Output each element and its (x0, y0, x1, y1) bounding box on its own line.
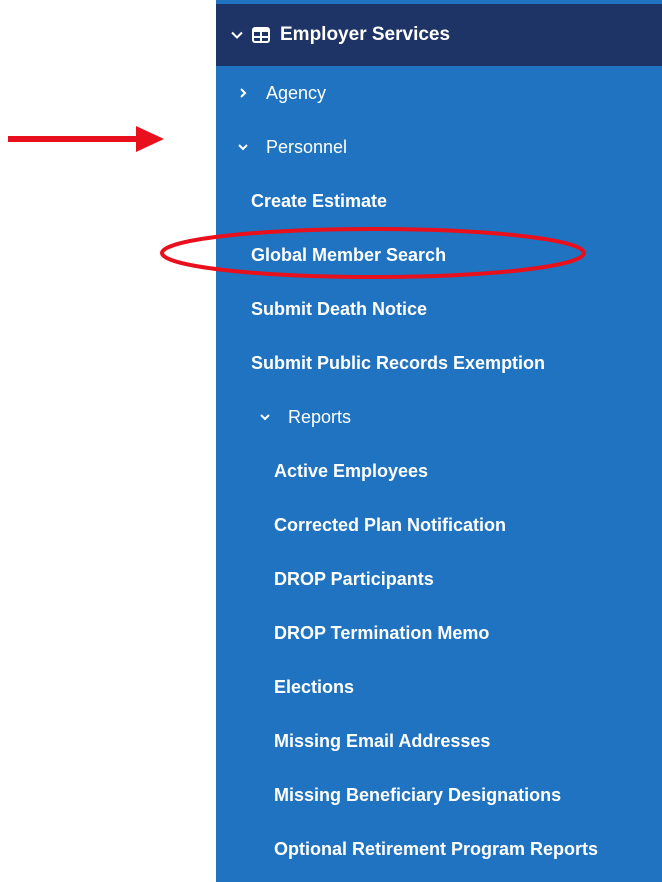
table-icon (252, 27, 270, 43)
report-item-corrected-plan-notification[interactable]: Corrected Plan Notification (216, 498, 662, 552)
report-item-missing-beneficiary-designations[interactable]: Missing Beneficiary Designations (216, 768, 662, 822)
menu-item-label: Reports (288, 406, 352, 427)
report-item-label: DROP Termination Memo (274, 622, 490, 643)
menu-item-label: Submit Public Records Exemption (251, 352, 546, 373)
report-item-label: Elections (274, 676, 355, 697)
chevron-down-icon (232, 136, 254, 158)
chevron-right-icon (232, 82, 254, 104)
menu-item-label: Submit Death Notice (251, 298, 428, 319)
report-item-label: Missing Email Addresses (274, 730, 491, 751)
report-item-label: Active Employees (274, 460, 429, 481)
sidebar-menu: Employer Services Agency Personnel Creat… (216, 0, 662, 882)
report-item-label: Optional Retirement Program Reports (274, 838, 599, 859)
menu-item-label: Personnel (266, 136, 348, 157)
chevron-down-icon (226, 24, 248, 46)
report-item-optional-retirement-program-reports[interactable]: Optional Retirement Program Reports (216, 822, 662, 876)
menu-item-label: Create Estimate (251, 190, 388, 211)
report-item-drop-participants[interactable]: DROP Participants (216, 552, 662, 606)
report-item-missing-email-addresses[interactable]: Missing Email Addresses (216, 714, 662, 768)
menu-item-label: Global Member Search (251, 244, 447, 265)
menu-item-label: Agency (266, 82, 327, 103)
menu-item-submit-death-notice[interactable]: Submit Death Notice (216, 282, 662, 336)
section-label: Employer Services (280, 24, 451, 45)
report-item-label: Missing Beneficiary Designations (274, 784, 562, 805)
menu-item-create-estimate[interactable]: Create Estimate (216, 174, 662, 228)
report-item-label: Corrected Plan Notification (274, 514, 507, 535)
menu-item-submit-public-records-exemption[interactable]: Submit Public Records Exemption (216, 336, 662, 390)
menu-item-personnel[interactable]: Personnel (216, 120, 662, 174)
red-arrow-annotation (8, 126, 164, 152)
report-item-active-employees[interactable]: Active Employees (216, 444, 662, 498)
menu-item-agency[interactable]: Agency (216, 66, 662, 120)
report-item-drop-termination-memo[interactable]: DROP Termination Memo (216, 606, 662, 660)
report-item-elections[interactable]: Elections (216, 660, 662, 714)
chevron-down-icon (254, 406, 276, 428)
menu-item-reports[interactable]: Reports (216, 390, 662, 444)
menu-item-global-member-search[interactable]: Global Member Search (216, 228, 662, 282)
report-item-label: DROP Participants (274, 568, 434, 589)
section-employer-services[interactable]: Employer Services (216, 4, 662, 66)
